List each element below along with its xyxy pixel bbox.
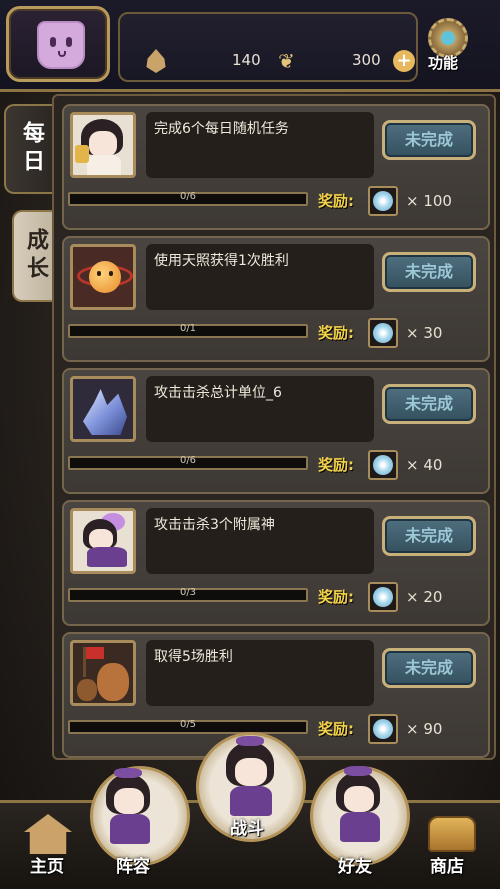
nav-home[interactable]: 主页 xyxy=(8,806,88,886)
resource-b-value: 300 xyxy=(352,51,381,69)
task-progress-bar: 0/6 xyxy=(68,455,308,470)
task-progress-bar: 0/3 xyxy=(68,587,308,602)
crystal-icon xyxy=(70,376,136,442)
add-currency-button[interactable]: + xyxy=(393,50,415,72)
reward-label: 奖励: xyxy=(318,192,354,210)
reward-label: 奖励: xyxy=(318,456,354,474)
tab-daily[interactable]: 每日 xyxy=(4,104,56,194)
task-description-box: 使用天照获得1次胜利 xyxy=(146,244,374,310)
reward-label: 奖励: xyxy=(318,720,354,738)
crystal-coin-icon xyxy=(368,714,398,744)
task-progress-text: 0/6 xyxy=(179,455,197,466)
task-status-button[interactable]: 未完成 xyxy=(382,648,476,688)
reward-label: 奖励: xyxy=(318,588,354,606)
top-bar: 140 ❦ 300 + 功能 xyxy=(0,0,500,92)
crystal-coin-icon xyxy=(368,582,398,612)
nav-home-label: 主页 xyxy=(30,857,64,877)
nav-shop-label: 商店 xyxy=(430,857,464,877)
reward-quantity: × 90 xyxy=(406,720,443,738)
task-description: 取得5场胜利 xyxy=(154,649,233,665)
crystal-coin-icon xyxy=(368,318,398,348)
reward-quantity: × 30 xyxy=(406,324,443,342)
bear-flag-icon xyxy=(70,640,136,706)
resource-a-value: 140 xyxy=(232,51,261,69)
task-description-box: 取得5场胜利 xyxy=(146,640,374,706)
nav-friends-label: 好友 xyxy=(338,857,372,877)
avatar-face-icon xyxy=(37,21,85,69)
butterfly-icon: ❦ xyxy=(278,49,295,73)
task-status-button[interactable]: 未完成 xyxy=(382,252,476,292)
nav-battle-label: 战斗 xyxy=(230,819,264,839)
task-description: 攻击击杀3个附属神 xyxy=(154,517,275,533)
task-description: 完成6个每日随机任务 xyxy=(154,121,289,137)
task-description: 使用天照获得1次胜利 xyxy=(154,253,289,269)
reward-quantity: × 40 xyxy=(406,456,443,474)
nav-shop[interactable]: 商店 xyxy=(414,806,494,886)
task-description-box: 攻击击杀总计单位_6 xyxy=(146,376,374,442)
crystal-coin-icon xyxy=(368,186,398,216)
nav-friends[interactable]: 好友 xyxy=(306,760,416,886)
sun-spirit-icon xyxy=(70,244,136,310)
reward-label: 奖励: xyxy=(318,324,354,342)
task-list: 完成6个每日随机任务 未完成 0/6 奖励: × 100 使用天照获得1次胜利 … xyxy=(52,94,496,760)
nav-lineup[interactable]: 阵容 xyxy=(86,760,196,886)
task-status-button[interactable]: 未完成 xyxy=(382,120,476,160)
cat-girl-icon xyxy=(70,112,136,178)
task-card: 攻击击杀总计单位_6 未完成 0/6 奖励: × 40 xyxy=(62,368,490,494)
task-card: 完成6个每日随机任务 未完成 0/6 奖励: × 100 xyxy=(62,104,490,230)
reward-quantity: × 100 xyxy=(406,192,452,210)
task-description-box: 攻击击杀3个附属神 xyxy=(146,508,374,574)
task-card: 使用天照获得1次胜利 未完成 0/1 奖励: × 30 xyxy=(62,236,490,362)
task-status-button[interactable]: 未完成 xyxy=(382,516,476,556)
resource-panel: 140 ❦ 300 + xyxy=(118,12,418,82)
reward-quantity: × 20 xyxy=(406,588,443,606)
treasure-chest-icon xyxy=(428,816,476,852)
task-card: 攻击击杀3个附属神 未完成 0/3 奖励: × 20 xyxy=(62,500,490,626)
task-progress-text: 0/5 xyxy=(179,719,197,730)
task-status-button[interactable]: 未完成 xyxy=(382,384,476,424)
flame-icon xyxy=(146,49,166,73)
tab-growth[interactable]: 成长 xyxy=(12,210,56,302)
player-avatar[interactable] xyxy=(6,6,110,82)
task-progress-text: 0/6 xyxy=(179,191,197,202)
task-progress-text: 0/3 xyxy=(179,587,197,598)
function-label: 功能 xyxy=(428,54,459,72)
task-description-box: 完成6个每日随机任务 xyxy=(146,112,374,178)
house-icon xyxy=(24,814,72,854)
task-progress-bar: 0/6 xyxy=(68,191,308,206)
nav-battle[interactable]: 战斗 xyxy=(192,730,310,860)
nav-lineup-label: 阵容 xyxy=(116,857,150,877)
task-progress-bar: 0/1 xyxy=(68,323,308,338)
crystal-coin-icon xyxy=(368,450,398,480)
task-progress-text: 0/1 xyxy=(179,323,197,334)
fairy-girl-icon xyxy=(70,508,136,574)
task-description: 攻击击杀总计单位_6 xyxy=(154,385,282,401)
